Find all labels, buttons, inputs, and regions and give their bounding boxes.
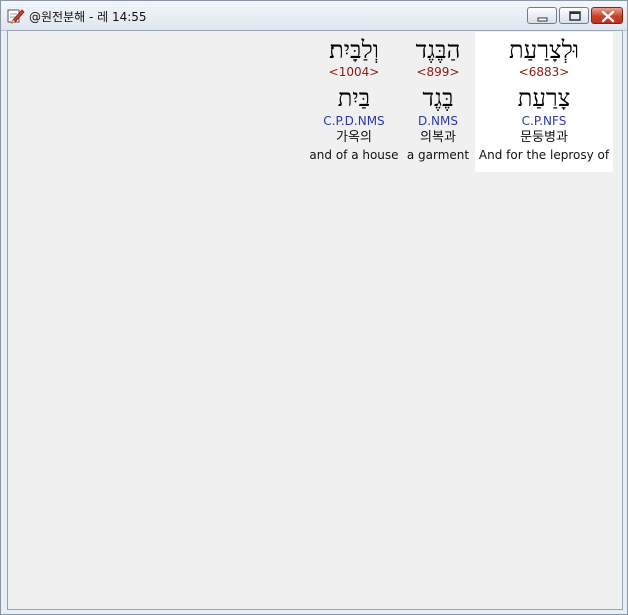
hebrew-word[interactable]: הַבֶּגֶד: [404, 35, 472, 65]
strongs-number[interactable]: <1004>: [308, 65, 400, 79]
english-gloss: a garment: [406, 148, 470, 162]
lexeme: בַּיִת: [337, 84, 371, 112]
morphology: D.NMS: [417, 114, 458, 128]
pencil-icon[interactable]: [7, 7, 25, 25]
interlinear-panel: וּלְצָרַעַת <6883> צָרַעַת C.P.NFS 문둥병과 …: [7, 30, 623, 610]
korean-gloss: 가옥의: [336, 130, 372, 145]
maximize-icon: [569, 11, 581, 21]
close-icon: [601, 10, 615, 23]
word-column-3[interactable]: וְלַבָּיִת׃ <1004> בַּיִת C.P.D.NMS 가옥의 …: [308, 32, 400, 172]
close-button[interactable]: [591, 7, 623, 24]
english-gloss: and of a house: [309, 148, 399, 162]
hebrew-word[interactable]: וְלַבָּיִת׃: [308, 35, 400, 65]
window-title: @원전분해 - 레 14:55: [29, 10, 147, 24]
app-window: @원전분해 - 레 14:55 וּלְצָרַעַת <6883> צָרַע…: [0, 0, 628, 615]
strongs-number[interactable]: <899>: [404, 65, 472, 79]
word-column-1[interactable]: וּלְצָרַעַת <6883> צָרַעַת C.P.NFS 문둥병과 …: [475, 32, 613, 172]
english-gloss: And for the leprosy of: [478, 148, 610, 162]
korean-gloss: 문둥병과: [520, 130, 568, 145]
maximize-button[interactable]: [559, 7, 589, 24]
strongs-number[interactable]: <6883>: [475, 65, 613, 79]
minimize-button[interactable]: [527, 7, 557, 24]
title-bar[interactable]: @원전분해 - 레 14:55: [1, 1, 627, 31]
minimize-icon: [537, 17, 548, 22]
lexeme: בֶּגֶד: [422, 84, 454, 112]
word-column-2[interactable]: הַבֶּגֶד <899> בֶּגֶד D.NMS 의복과 a garmen…: [404, 32, 472, 172]
morphology: C.P.D.NMS: [323, 114, 385, 128]
caption-buttons: [527, 7, 623, 25]
morphology: C.P.NFS: [521, 114, 567, 128]
korean-gloss: 의복과: [420, 130, 456, 145]
lexeme: צָרַעַת: [517, 84, 571, 112]
resize-grip[interactable]: [621, 608, 627, 614]
hebrew-word[interactable]: וּלְצָרַעַת: [475, 35, 613, 65]
